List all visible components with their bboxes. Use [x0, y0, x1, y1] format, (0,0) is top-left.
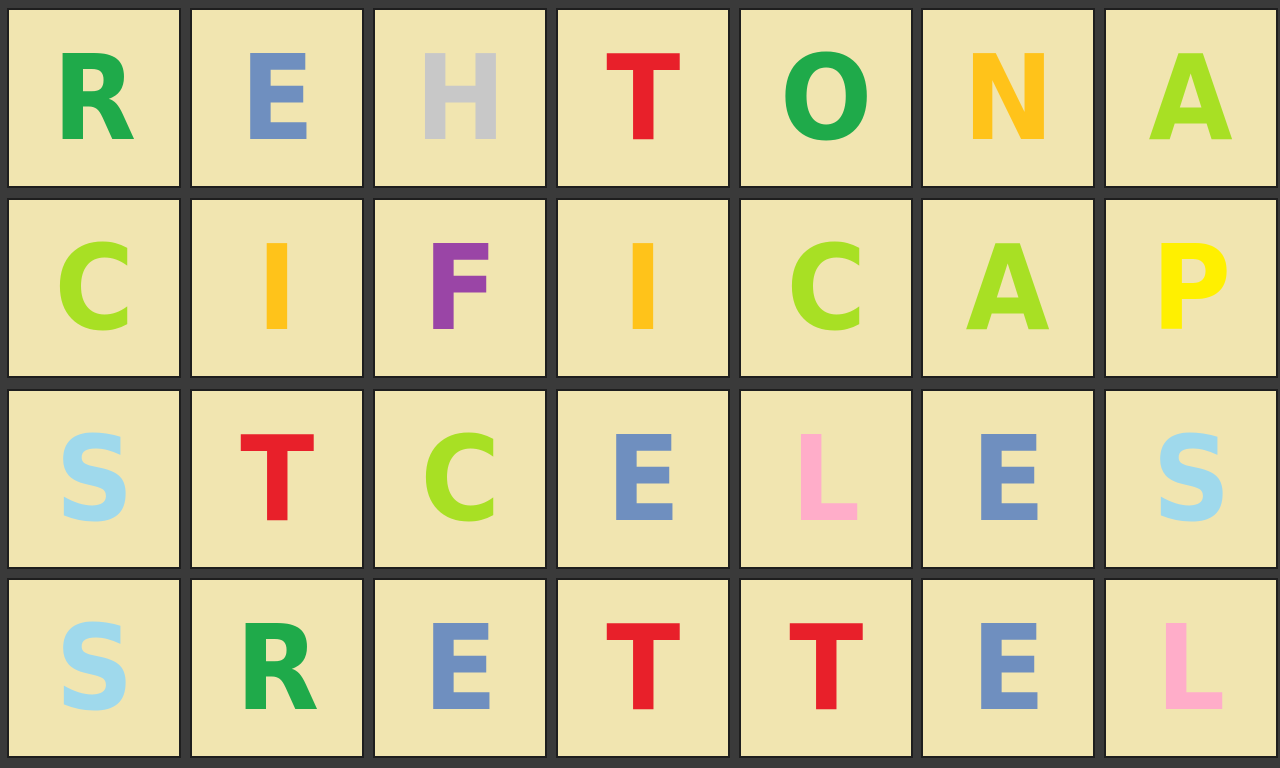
letter-tile[interactable]: C: [7, 198, 181, 378]
tile-letter: C: [786, 219, 866, 357]
tile-letter: E: [970, 599, 1046, 737]
tile-letter: R: [235, 599, 319, 737]
tile-letter: R: [52, 29, 136, 167]
letter-tile[interactable]: L: [1104, 578, 1278, 758]
letter-tile[interactable]: T: [556, 8, 730, 188]
letter-tile[interactable]: T: [190, 389, 364, 569]
letter-tile[interactable]: E: [556, 389, 730, 569]
tile-letter: C: [420, 410, 500, 548]
tile-letter: S: [54, 599, 134, 737]
letter-tile[interactable]: I: [556, 198, 730, 378]
tile-letter: O: [779, 29, 873, 167]
tile-letter: C: [54, 219, 134, 357]
tile-letter: T: [605, 599, 681, 737]
tile-letter: E: [239, 29, 315, 167]
letter-tile[interactable]: E: [373, 578, 547, 758]
letter-tile[interactable]: E: [190, 8, 364, 188]
letter-tile[interactable]: N: [921, 8, 1095, 188]
letter-tile[interactable]: S: [7, 389, 181, 569]
tile-letter: E: [605, 410, 681, 548]
tile-letter: I: [256, 219, 298, 357]
letter-tile[interactable]: R: [190, 578, 364, 758]
tile-letter: T: [605, 29, 681, 167]
tile-letter: E: [970, 410, 1046, 548]
letter-tile[interactable]: C: [739, 198, 913, 378]
tile-letter: N: [962, 29, 1054, 167]
letter-tile[interactable]: T: [739, 578, 913, 758]
letter-tile[interactable]: C: [373, 389, 547, 569]
tile-letter: H: [414, 29, 506, 167]
tile-letter: L: [791, 410, 861, 548]
letter-tile[interactable]: E: [921, 578, 1095, 758]
tile-letter: A: [1148, 29, 1234, 167]
letter-tile[interactable]: P: [1104, 198, 1278, 378]
letter-tile[interactable]: E: [921, 389, 1095, 569]
tile-letter: E: [422, 599, 498, 737]
tile-letter: A: [965, 219, 1051, 357]
tile-letter: S: [1151, 410, 1231, 548]
letter-tile[interactable]: A: [921, 198, 1095, 378]
letter-tile[interactable]: R: [7, 8, 181, 188]
tile-letter: F: [422, 219, 498, 357]
letter-tile[interactable]: L: [739, 389, 913, 569]
letter-tile[interactable]: F: [373, 198, 547, 378]
letter-tile[interactable]: T: [556, 578, 730, 758]
letter-tile[interactable]: S: [7, 578, 181, 758]
letter-tile[interactable]: O: [739, 8, 913, 188]
tile-letter: S: [54, 410, 134, 548]
letter-tile[interactable]: A: [1104, 8, 1278, 188]
tile-letter: I: [622, 219, 664, 357]
tile-letter: T: [788, 599, 864, 737]
letter-tile[interactable]: H: [373, 8, 547, 188]
letter-tile[interactable]: S: [1104, 389, 1278, 569]
tile-letter: T: [239, 410, 315, 548]
letter-tile[interactable]: I: [190, 198, 364, 378]
letter-board: REHTONACIFICAPSTCELESSRETTEL: [0, 0, 1280, 768]
tile-letter: L: [1156, 599, 1226, 737]
tile-letter: P: [1151, 219, 1231, 357]
